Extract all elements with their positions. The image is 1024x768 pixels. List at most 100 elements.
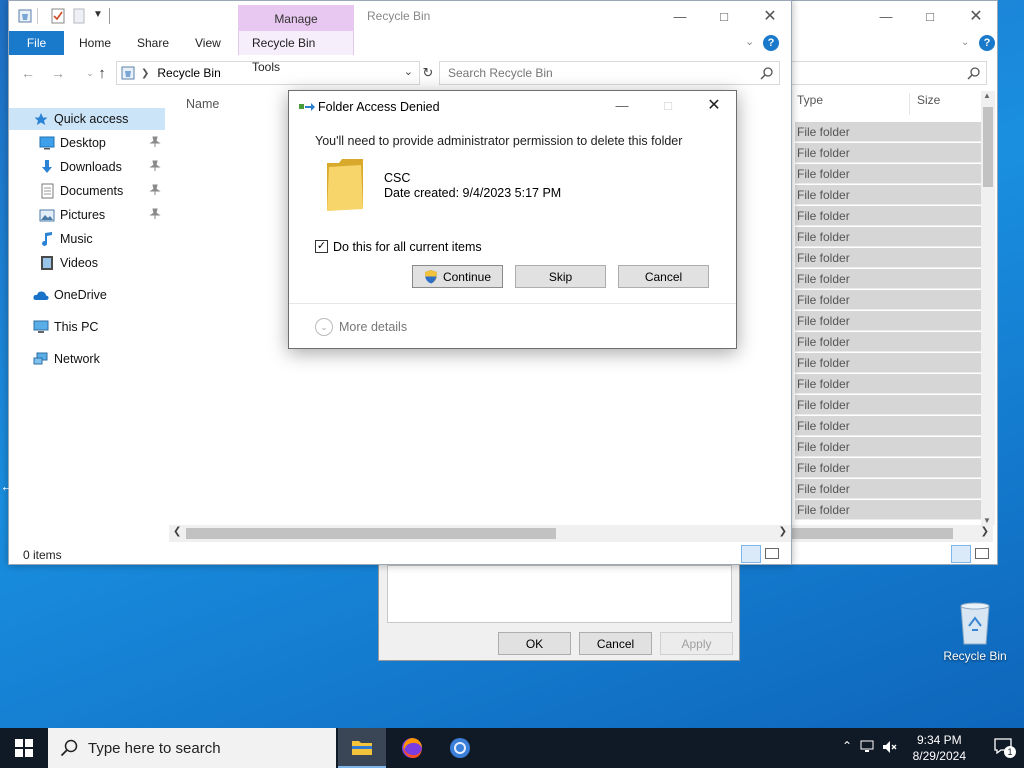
manage-tab[interactable]: Manage (238, 5, 354, 33)
forward-arrow-icon[interactable]: → (47, 61, 69, 85)
sidebar-item-desktop[interactable]: Desktop (9, 132, 165, 154)
file-row[interactable]: File folder (795, 479, 981, 499)
file-row[interactable]: File folder (795, 458, 981, 478)
tab-home[interactable]: Home (79, 31, 111, 55)
network-status-icon[interactable] (860, 740, 876, 754)
ok-button[interactable]: OK (498, 632, 571, 655)
taskbar-clock[interactable]: 9:34 PM 8/29/2024 (913, 732, 966, 764)
file-row[interactable]: File folder (795, 164, 981, 184)
pin-icon[interactable] (149, 136, 161, 148)
sidebar-item-music[interactable]: Music (9, 228, 165, 250)
file-row[interactable]: File folder (795, 353, 981, 373)
address-bar[interactable]: ❯ Recycle Bin ⌄ (116, 61, 420, 85)
start-button[interactable] (0, 728, 48, 768)
desktop-recycle-bin[interactable]: Recycle Bin (938, 600, 1012, 663)
tab-file[interactable]: File (9, 31, 64, 55)
file-row[interactable]: File folder (795, 143, 981, 163)
chevron-down-icon[interactable]: ⌄ (961, 37, 969, 48)
firefox-taskbar-button[interactable] (388, 728, 436, 768)
file-row[interactable]: File folder (795, 227, 981, 247)
chromium-taskbar-button[interactable] (436, 728, 484, 768)
large-icons-view-icon[interactable] (975, 548, 989, 559)
minimize-icon[interactable]: — (657, 1, 703, 31)
close-icon[interactable]: ✕ (953, 1, 999, 31)
file-row[interactable]: File folder (795, 500, 981, 520)
file-row[interactable]: File folder (795, 311, 981, 331)
continue-button[interactable]: Continue (412, 265, 503, 288)
scroll-up-icon[interactable]: ▲ (983, 91, 991, 100)
tab-view[interactable]: View (195, 31, 221, 55)
sidebar-item-videos[interactable]: Videos (9, 252, 165, 274)
expand-ribbon-icon[interactable]: ⌄ (745, 35, 754, 48)
column-header-name[interactable]: Name (186, 97, 219, 111)
cancel-button[interactable]: Cancel (579, 632, 652, 655)
back-horizontal-scrollbar[interactable]: ❯ (783, 525, 993, 542)
file-row[interactable]: File folder (795, 122, 981, 142)
breadcrumb-chevron-icon[interactable]: ❯ (141, 68, 149, 79)
taskbar-search-box[interactable]: Type here to search (48, 728, 336, 768)
up-arrow-icon[interactable]: ↑ (91, 61, 113, 85)
file-explorer-taskbar-button[interactable] (338, 728, 386, 768)
address-dropdown-icon[interactable]: ⌄ (404, 65, 413, 78)
nav-network[interactable]: Network (9, 348, 165, 370)
scroll-left-icon[interactable]: ❮ (173, 526, 181, 537)
close-icon[interactable]: ✕ (691, 91, 737, 119)
tab-share[interactable]: Share (137, 31, 169, 55)
back-search-box[interactable] (783, 61, 987, 85)
horizontal-scrollbar[interactable]: ❮ ❯ (169, 525, 791, 542)
back-arrow-icon[interactable]: ← (17, 61, 39, 85)
details-view-icon[interactable] (741, 545, 761, 563)
action-center-button[interactable]: 1 (994, 738, 1016, 758)
pin-icon[interactable] (149, 160, 161, 172)
checkbox-label[interactable]: Do this for all current items (333, 240, 482, 254)
vertical-scrollbar[interactable]: ▲ ▼ (981, 91, 995, 525)
scroll-down-icon[interactable]: ▼ (983, 516, 991, 525)
show-hidden-icons-icon[interactable]: ⌃ (842, 739, 852, 753)
skip-button[interactable]: Skip (515, 265, 606, 288)
help-icon[interactable]: ? (763, 35, 779, 51)
file-row[interactable]: File folder (795, 332, 981, 352)
tab-recycle-bin-tools[interactable]: Recycle Bin Tools (238, 31, 354, 74)
nav-onedrive[interactable]: OneDrive (9, 284, 165, 306)
refresh-icon[interactable]: ↻ (417, 61, 439, 85)
minimize-icon[interactable]: — (863, 1, 909, 31)
pin-icon[interactable] (149, 184, 161, 196)
more-details-toggle[interactable]: ⌄ More details (315, 318, 407, 336)
file-row[interactable]: File folder (795, 437, 981, 457)
volume-muted-icon[interactable] (882, 740, 898, 754)
customize-toolbar-icon[interactable]: ▼ (93, 9, 103, 20)
file-row[interactable]: File folder (795, 248, 981, 268)
nav-this-pc[interactable]: This PC (9, 316, 165, 338)
scroll-thumb[interactable] (186, 528, 556, 539)
maximize-icon[interactable]: □ (907, 1, 953, 31)
properties-icon[interactable] (51, 8, 65, 24)
scroll-right-icon[interactable]: ❯ (779, 526, 787, 537)
file-row[interactable]: File folder (795, 269, 981, 289)
file-row[interactable]: File folder (795, 206, 981, 226)
minimize-icon[interactable]: — (599, 91, 645, 119)
close-icon[interactable]: ✕ (747, 1, 793, 31)
column-header-size[interactable]: Size (917, 93, 940, 115)
maximize-icon[interactable]: □ (701, 1, 747, 31)
large-icons-view-icon[interactable] (765, 548, 779, 559)
file-row[interactable]: File folder (795, 395, 981, 415)
scroll-thumb[interactable] (983, 107, 993, 187)
scroll-thumb[interactable] (783, 528, 953, 539)
column-header-type[interactable]: Type (797, 93, 823, 115)
sidebar-item-documents[interactable]: Documents (9, 180, 165, 202)
pin-icon[interactable] (149, 208, 161, 220)
file-row[interactable]: File folder (795, 185, 981, 205)
search-input[interactable]: Search Recycle Bin (439, 61, 780, 85)
details-view-icon[interactable] (951, 545, 971, 563)
sidebar-item-downloads[interactable]: Downloads (9, 156, 165, 178)
cancel-button[interactable]: Cancel (618, 265, 709, 288)
address-location[interactable]: Recycle Bin (157, 66, 220, 80)
help-icon[interactable]: ? (979, 35, 995, 51)
nav-quick-access[interactable]: Quick access (9, 108, 165, 130)
apply-to-all-checkbox[interactable]: ✓ (315, 240, 328, 253)
recycle-bin-small-icon[interactable] (18, 9, 32, 23)
file-row[interactable]: File folder (795, 374, 981, 394)
file-row[interactable]: File folder (795, 290, 981, 310)
file-row[interactable]: File folder (795, 416, 981, 436)
sidebar-item-pictures[interactable]: Pictures (9, 204, 165, 226)
